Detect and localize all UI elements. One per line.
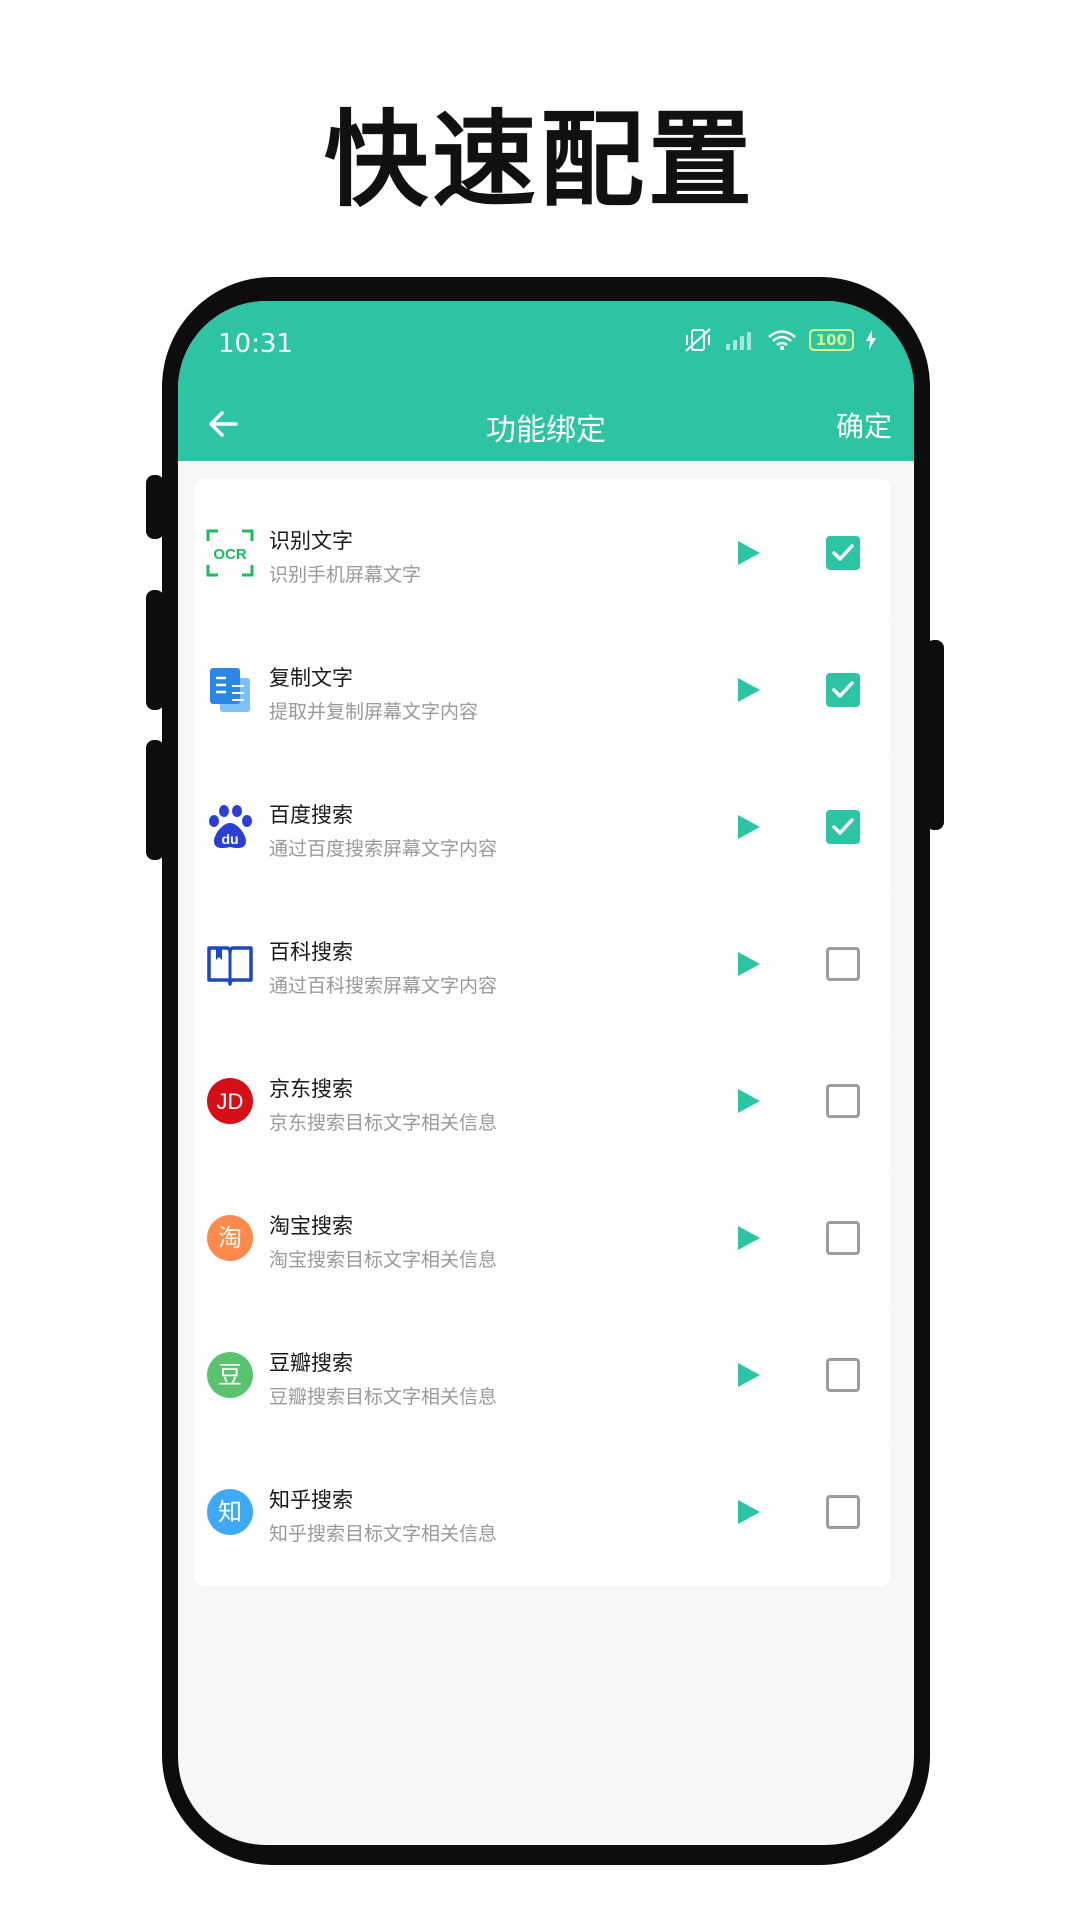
douban-icon-text: 豆 xyxy=(218,1361,242,1389)
item-title: 淘宝搜索 xyxy=(269,1214,353,1238)
phone-side-button xyxy=(146,475,164,539)
play-icon[interactable] xyxy=(736,813,762,841)
item-title: 京东搜索 xyxy=(269,1077,353,1101)
item-checkbox[interactable] xyxy=(826,673,860,707)
list-item[interactable]: JD 京东搜索 京东搜索目标文字相关信息 xyxy=(194,1027,890,1175)
item-checkbox[interactable] xyxy=(826,1084,860,1118)
list-item[interactable]: OCR 识别文字 识别手机屏幕文字 xyxy=(194,479,890,627)
phone-side-button xyxy=(146,740,164,860)
charging-icon xyxy=(866,330,876,350)
item-checkbox[interactable] xyxy=(826,1495,860,1529)
item-title: 豆瓣搜索 xyxy=(269,1351,353,1375)
page-title: 功能绑定 xyxy=(486,413,606,448)
item-title: 复制文字 xyxy=(269,666,353,690)
item-title: 知乎搜索 xyxy=(269,1488,353,1512)
play-icon[interactable] xyxy=(736,1224,762,1252)
item-description: 淘宝搜索目标文字相关信息 xyxy=(269,1249,498,1271)
taobao-icon-text: 淘 xyxy=(218,1224,242,1252)
item-description: 豆瓣搜索目标文字相关信息 xyxy=(269,1386,498,1408)
phone-screen: 10:31 100 功能绑定 确定 OCR 识别文字 识别手机屏幕文字 复制文字… xyxy=(178,301,914,1845)
battery-indicator: 100 xyxy=(808,329,854,351)
item-description: 通过百科搜索屏幕文字内容 xyxy=(269,975,498,997)
jd-icon: JD xyxy=(207,1078,253,1124)
checkmark-icon xyxy=(832,681,854,698)
douban-icon: 豆 xyxy=(207,1352,253,1398)
play-icon[interactable] xyxy=(736,539,762,567)
list-item[interactable]: 淘 淘宝搜索 淘宝搜索目标文字相关信息 xyxy=(194,1164,890,1312)
app-bar: 功能绑定 确定 xyxy=(178,387,914,461)
signal-icon xyxy=(725,332,751,350)
play-icon[interactable] xyxy=(736,676,762,704)
item-description: 通过百度搜索屏幕文字内容 xyxy=(269,838,498,860)
list-item[interactable]: 复制文字 提取并复制屏幕文字内容 xyxy=(194,616,890,764)
status-time: 10:31 xyxy=(218,329,293,359)
list-item[interactable]: 百科搜索 通过百科搜索屏幕文字内容 xyxy=(194,890,890,1038)
ocr-icon-text: OCR xyxy=(213,546,247,563)
play-icon[interactable] xyxy=(736,1361,762,1389)
wifi-icon xyxy=(767,330,796,350)
list-item[interactable]: 知 知乎搜索 知乎搜索目标文字相关信息 xyxy=(194,1438,890,1586)
item-description: 识别手机屏幕文字 xyxy=(269,564,422,586)
item-checkbox[interactable] xyxy=(826,1221,860,1255)
baidu-icon-text: du xyxy=(221,831,238,847)
item-checkbox[interactable] xyxy=(826,1358,860,1392)
item-title: 百科搜索 xyxy=(269,940,353,964)
play-icon[interactable] xyxy=(736,950,762,978)
ocr-icon: OCR xyxy=(206,529,254,577)
phone-side-button xyxy=(146,590,164,710)
status-icons: 100 xyxy=(683,327,876,353)
jd-icon-text: JD xyxy=(217,1089,244,1114)
vibrate-off-icon xyxy=(685,328,711,352)
item-description: 提取并复制屏幕文字内容 xyxy=(269,701,479,723)
item-title: 百度搜索 xyxy=(269,803,353,827)
list-item[interactable]: du 百度搜索 通过百度搜索屏幕文字内容 xyxy=(194,753,890,901)
item-description: 京东搜索目标文字相关信息 xyxy=(269,1112,498,1134)
item-checkbox[interactable] xyxy=(826,810,860,844)
status-bar: 10:31 100 xyxy=(178,301,914,387)
item-checkbox[interactable] xyxy=(826,947,860,981)
zhihu-icon: 知 xyxy=(207,1489,253,1535)
checkmark-icon xyxy=(832,818,854,835)
item-checkbox[interactable] xyxy=(826,536,860,570)
baidu-paw-icon: du xyxy=(209,805,252,849)
taobao-icon: 淘 xyxy=(207,1215,253,1261)
copy-document-icon xyxy=(210,668,250,712)
list-item[interactable]: 豆 豆瓣搜索 豆瓣搜索目标文字相关信息 xyxy=(194,1301,890,1449)
confirm-button[interactable]: 确定 xyxy=(836,405,892,445)
phone-power-button xyxy=(926,640,944,830)
play-icon[interactable] xyxy=(736,1498,762,1526)
item-description: 知乎搜索目标文字相关信息 xyxy=(269,1523,498,1545)
book-icon xyxy=(207,946,253,986)
checkmark-icon xyxy=(832,544,854,561)
zhihu-icon-text: 知 xyxy=(218,1498,242,1526)
item-title: 识别文字 xyxy=(269,529,353,553)
promo-title: 快速配置 xyxy=(323,99,756,221)
play-icon[interactable] xyxy=(736,1087,762,1115)
